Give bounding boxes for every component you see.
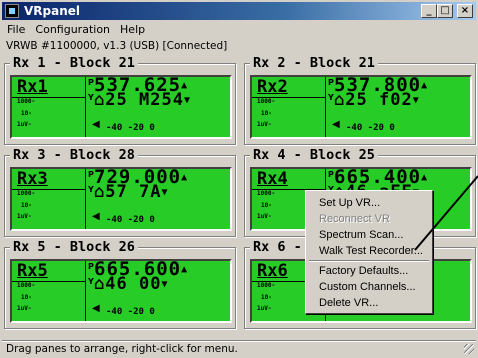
callout-pointer <box>414 175 478 251</box>
callout-line <box>414 175 478 251</box>
vrpanel-window: VRpanel _ □ × File Configuration Help VRWB… <box>0 0 478 358</box>
